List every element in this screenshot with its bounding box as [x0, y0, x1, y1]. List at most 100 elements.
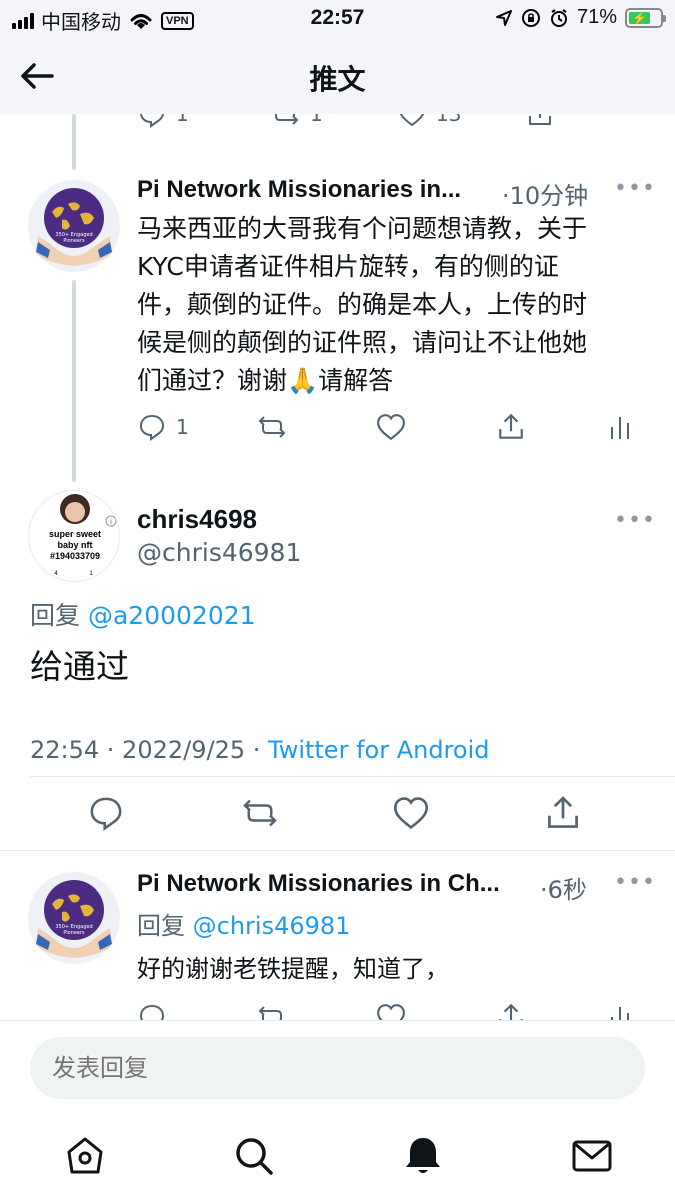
reply-icon — [139, 1004, 165, 1020]
tweet-text: 好的谢谢老铁提醒，知道了， — [137, 955, 449, 983]
reply-prefix: 回复 — [30, 601, 81, 630]
heart-icon — [377, 1004, 405, 1020]
tweet-time[interactable]: ·6秒 — [540, 870, 587, 905]
reply-context: 回复 @a20002021 — [30, 596, 256, 632]
display-name[interactable]: Pi Network Missionaries in Ch... — [137, 870, 500, 898]
analytics-action[interactable] — [608, 413, 632, 441]
avatar[interactable]: 350+ Engaged Pioneers — [28, 872, 120, 964]
analytics-icon — [611, 417, 629, 439]
main-tweet-text: 给通过 — [30, 647, 129, 686]
partial-action-row: 1 1 13 — [138, 114, 554, 128]
reply-to-handle[interactable]: @chris46981 — [193, 912, 351, 940]
thread-connector — [72, 114, 76, 170]
reply-context: 回复 @chris46981 — [137, 906, 350, 941]
divider — [30, 776, 675, 777]
more-options-icon[interactable]: ••• — [614, 508, 656, 533]
svg-text:4: 4 — [54, 571, 58, 577]
retweet-count: 1 — [310, 114, 323, 126]
like-action[interactable]: 13 — [398, 114, 526, 127]
heart-icon — [393, 797, 429, 830]
home-icon[interactable] — [63, 1134, 107, 1178]
tweet-source-link[interactable]: Twitter for Android — [268, 736, 489, 764]
avatar-caption-3: #194033709 — [50, 551, 100, 561]
svg-text:i: i — [110, 518, 112, 526]
pi-network-logo-icon: 350+ Engaged Pioneers — [28, 872, 120, 964]
like-action[interactable] — [376, 1003, 496, 1020]
top-app-bar: 推文 — [0, 38, 675, 114]
heart-icon — [377, 414, 405, 441]
pi-network-logo-icon: 350+ Engaged Pioneers — [28, 180, 120, 272]
reply-count: 1 — [176, 415, 189, 439]
messages-icon[interactable] — [570, 1134, 614, 1178]
reply-action[interactable] — [88, 795, 240, 831]
tweet-text: 马来西亚的大哥我有个问题想请教，关于 KYC申请者证件相片旋转，有的侧的证 件，… — [137, 210, 637, 400]
reply-icon — [139, 414, 165, 441]
battery-icon: ⚡ — [625, 7, 666, 28]
like-action[interactable] — [376, 413, 496, 441]
lock-rotation-icon — [521, 8, 540, 27]
heart-icon — [399, 114, 425, 127]
battery-percent: 71% — [576, 6, 617, 28]
avatar[interactable]: i super sweet baby nft #194033709 4 1 — [28, 490, 120, 582]
avatar-caption-1: super sweet — [49, 529, 101, 539]
battery-fill: ⚡ — [629, 11, 651, 25]
analytics-icon — [611, 1007, 629, 1020]
retweet-action[interactable] — [256, 1003, 376, 1020]
avatar[interactable]: 350+ Engaged Pioneers — [28, 180, 120, 272]
status-bar: 中国移动 VPN 22:57 71% ⚡ — [0, 0, 675, 38]
reply-icon — [140, 114, 164, 128]
share-action[interactable] — [496, 1002, 608, 1020]
share-action[interactable] — [496, 412, 608, 442]
reply-action[interactable] — [138, 1003, 256, 1020]
share-icon — [548, 796, 578, 828]
display-name[interactable]: chris4698 — [137, 504, 257, 535]
analytics-action[interactable] — [608, 1003, 632, 1020]
like-count: 13 — [436, 114, 462, 126]
tweet-text-line: 们通过？谢谢🙏请解答 — [137, 366, 394, 395]
main-action-row — [88, 794, 582, 832]
reply-action[interactable]: 1 — [138, 413, 256, 441]
tweet-time[interactable]: ·10分钟 — [502, 176, 588, 211]
tweet-text-line: KYC申请者证件相片旋转，有的侧的证 — [137, 252, 559, 281]
retweet-icon — [258, 1006, 283, 1020]
tweet-action-row: 1 — [138, 412, 632, 442]
timestamp-text: 22:54 · 2022/9/25 · — [30, 736, 268, 764]
share-action[interactable] — [544, 794, 582, 832]
svg-text:Pioneers: Pioneers — [63, 238, 85, 244]
more-options-icon[interactable]: ••• — [614, 176, 656, 201]
tweet-text-line: 马来西亚的大哥我有个问题想请教，关于 — [137, 214, 588, 243]
retweet-action[interactable] — [240, 795, 392, 831]
page-title: 推文 — [309, 63, 366, 96]
bottom-navigation — [0, 1116, 675, 1200]
share-icon — [499, 413, 523, 439]
share-icon — [529, 114, 551, 125]
thread-content[interactable]: 1 1 13 350+ Engaged Pioneers Pi Network … — [0, 114, 675, 1020]
share-icon — [499, 1003, 523, 1020]
thread-connector — [72, 280, 76, 482]
reply-prefix: 回复 — [137, 912, 185, 940]
retweet-action[interactable]: 1 — [270, 114, 398, 128]
retweet-icon — [275, 114, 299, 125]
notifications-bell-icon[interactable] — [401, 1134, 445, 1178]
share-action[interactable] — [526, 114, 554, 128]
reply-input[interactable] — [30, 1037, 645, 1099]
reply-to-handle[interactable]: @a20002021 — [88, 601, 256, 630]
tweet-text-line: 候是侧的颠倒的证件照，请问让不让他她 — [137, 328, 588, 357]
search-icon[interactable] — [232, 1134, 276, 1178]
like-action[interactable] — [392, 796, 544, 830]
tweet-text-line: 件，颠倒的证件。的确是本人，上传的时 — [137, 290, 588, 319]
retweet-icon — [243, 799, 277, 827]
reply-action[interactable]: 1 — [138, 114, 270, 128]
status-right: 71% ⚡ — [495, 6, 666, 29]
retweet-action[interactable] — [256, 413, 376, 441]
svg-text:1: 1 — [89, 571, 93, 577]
divider — [0, 850, 675, 851]
reply-composer — [0, 1020, 675, 1116]
display-name[interactable]: Pi Network Missionaries in... — [137, 176, 461, 204]
more-options-icon[interactable]: ••• — [614, 870, 656, 895]
tweet-timestamp: 22:54 · 2022/9/25 · Twitter for Android — [30, 736, 489, 764]
avatar-caption-2: baby nft — [58, 540, 93, 550]
user-handle[interactable]: @chris46981 — [137, 538, 301, 567]
reply-icon — [90, 797, 122, 831]
nft-avatar-image: i super sweet baby nft #194033709 4 1 — [49, 494, 117, 577]
